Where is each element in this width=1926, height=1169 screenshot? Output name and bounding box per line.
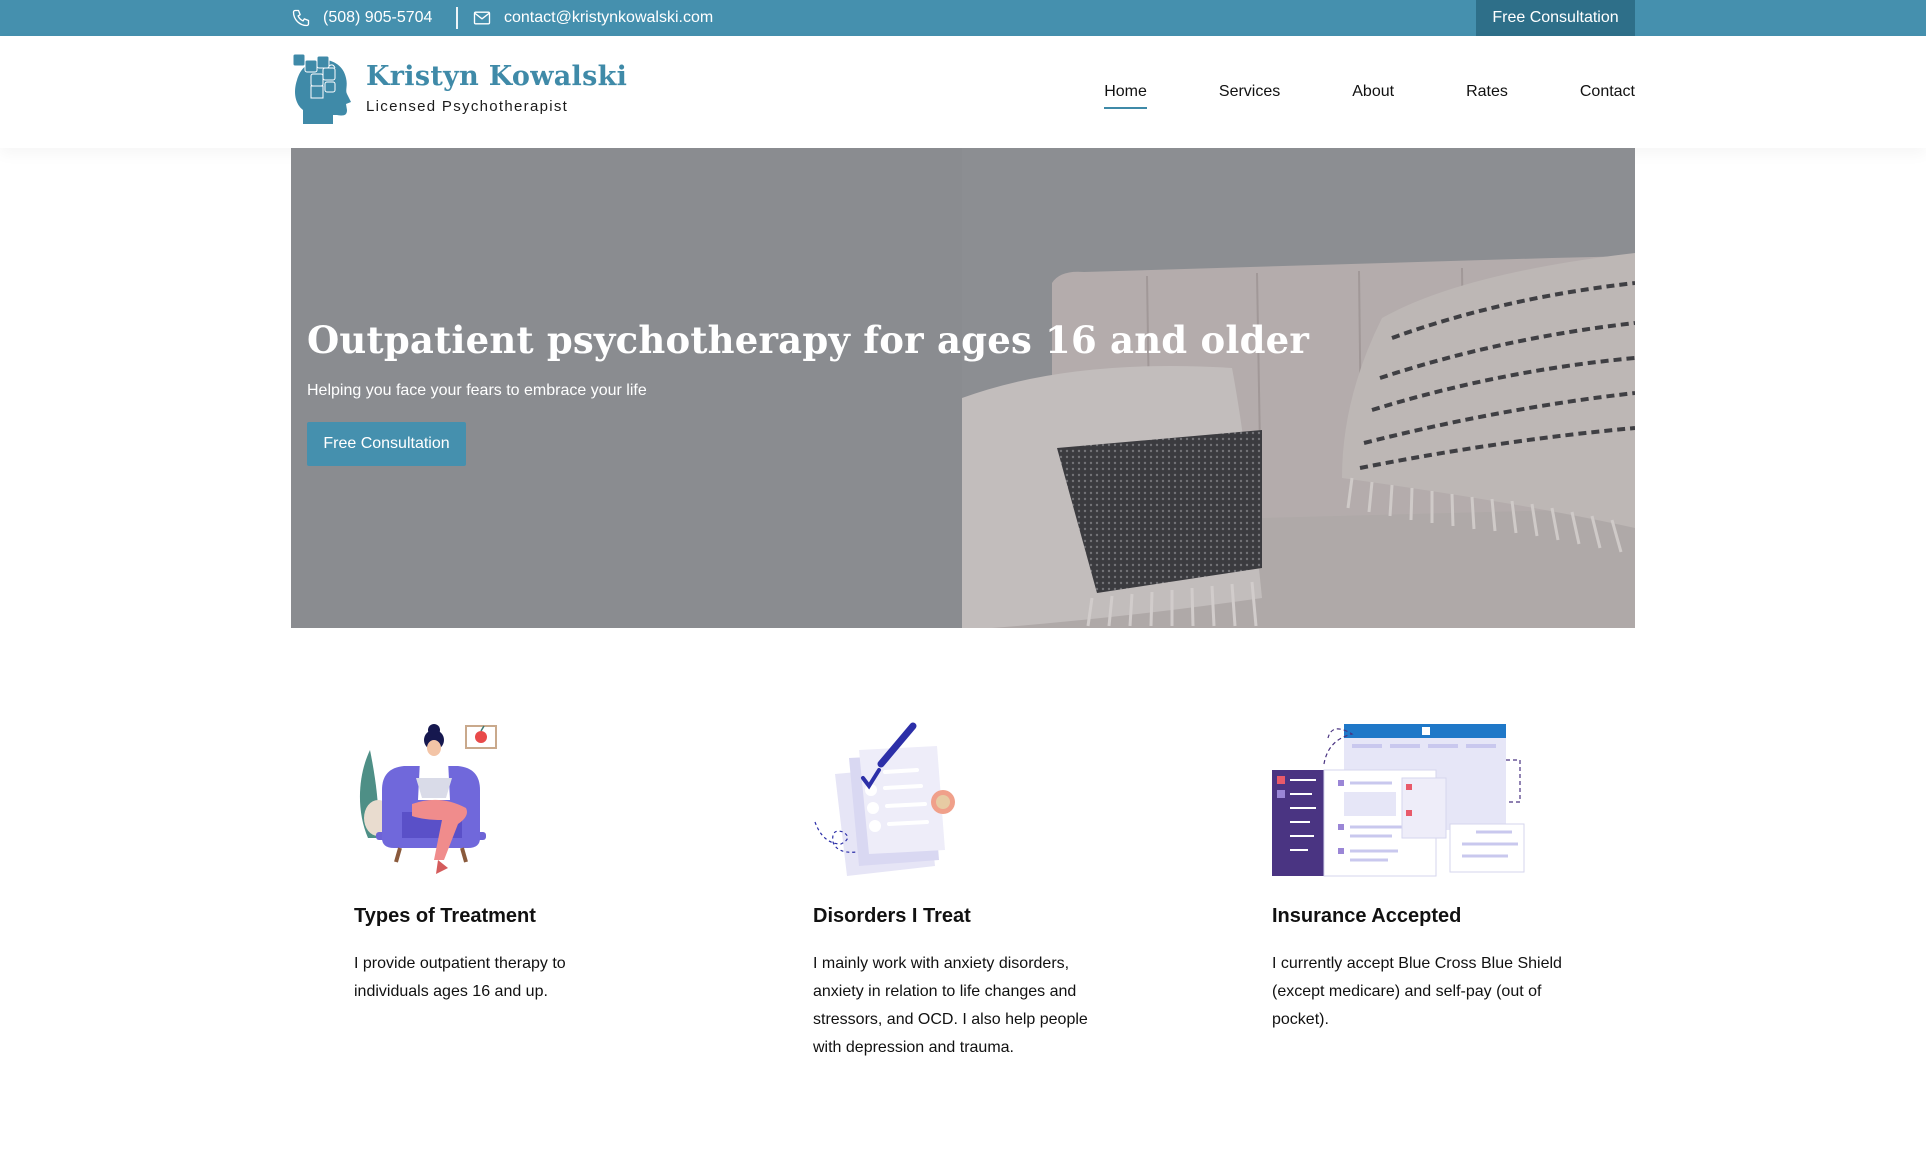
logo-subtitle: Licensed Psychotherapist [366, 98, 569, 115]
feature-text: I provide outpatient therapy to individu… [354, 955, 566, 1000]
feature-insurance-accepted: Insurance Accepted I currently accept Bl… [1272, 720, 1602, 1028]
checklist-document-illustration [814, 722, 955, 876]
phone-link[interactable]: (508) 905-5704 [291, 0, 432, 36]
top-bar-divider [456, 7, 458, 29]
feature-types-of-treatment: Types of Treatment I provide outpatient … [354, 720, 684, 1000]
email-link[interactable]: contact@kristynkowalski.com [472, 0, 713, 36]
feature-title: Disorders I Treat [813, 905, 971, 927]
head-puzzle-icon [292, 53, 351, 124]
nav-rates[interactable]: Rates [1466, 75, 1508, 109]
person-on-armchair-illustration [359, 724, 497, 874]
site-header: Kristyn Kowalski Licensed Psychotherapis… [0, 36, 1926, 148]
nav-about[interactable]: About [1352, 75, 1394, 109]
hero-subtitle: Helping you face your fears to embrace y… [307, 382, 647, 399]
email-address: contact@kristynkowalski.com [504, 9, 714, 26]
phone-icon [292, 9, 310, 27]
couch-pillow-photo [962, 148, 1635, 628]
hero-title: Outpatient psychotherapy for ages 16 and… [307, 318, 1310, 362]
phone-number: (508) 905-5704 [323, 9, 433, 26]
feature-disorders-i-treat: Disorders I Treat I mainly work with anx… [813, 720, 1143, 1056]
top-bar-inner: (508) 905-5704 contact@kristynkowalski.c… [291, 0, 1635, 36]
logo[interactable]: Kristyn Kowalski Licensed Psychotherapis… [291, 52, 627, 124]
feature-title: Types of Treatment [354, 905, 536, 927]
nav-services[interactable]: Services [1219, 75, 1280, 109]
dashboard-windows-illustration [1272, 724, 1525, 877]
feature-text: I currently accept Blue Cross Blue Shiel… [1272, 955, 1562, 1028]
logo-text: Kristyn Kowalski Licensed Psychotherapis… [366, 61, 627, 115]
feature-text: I mainly work with anxiety disorders, an… [813, 955, 1088, 1056]
feature-title: Insurance Accepted [1272, 905, 1462, 927]
top-bar: (508) 905-5704 contact@kristynkowalski.c… [0, 0, 1926, 36]
nav-home[interactable]: Home [1104, 75, 1147, 109]
mail-icon [473, 11, 491, 25]
nav-contact[interactable]: Contact [1580, 75, 1635, 109]
top-free-consultation-button[interactable]: Free Consultation [1476, 0, 1635, 36]
logo-name: Kristyn Kowalski [366, 61, 628, 92]
hero-free-consultation-button[interactable]: Free Consultation [307, 422, 466, 466]
main-nav: Home Services About Rates Contact [1032, 36, 1635, 148]
hero-banner: Outpatient psychotherapy for ages 16 and… [291, 148, 1635, 628]
